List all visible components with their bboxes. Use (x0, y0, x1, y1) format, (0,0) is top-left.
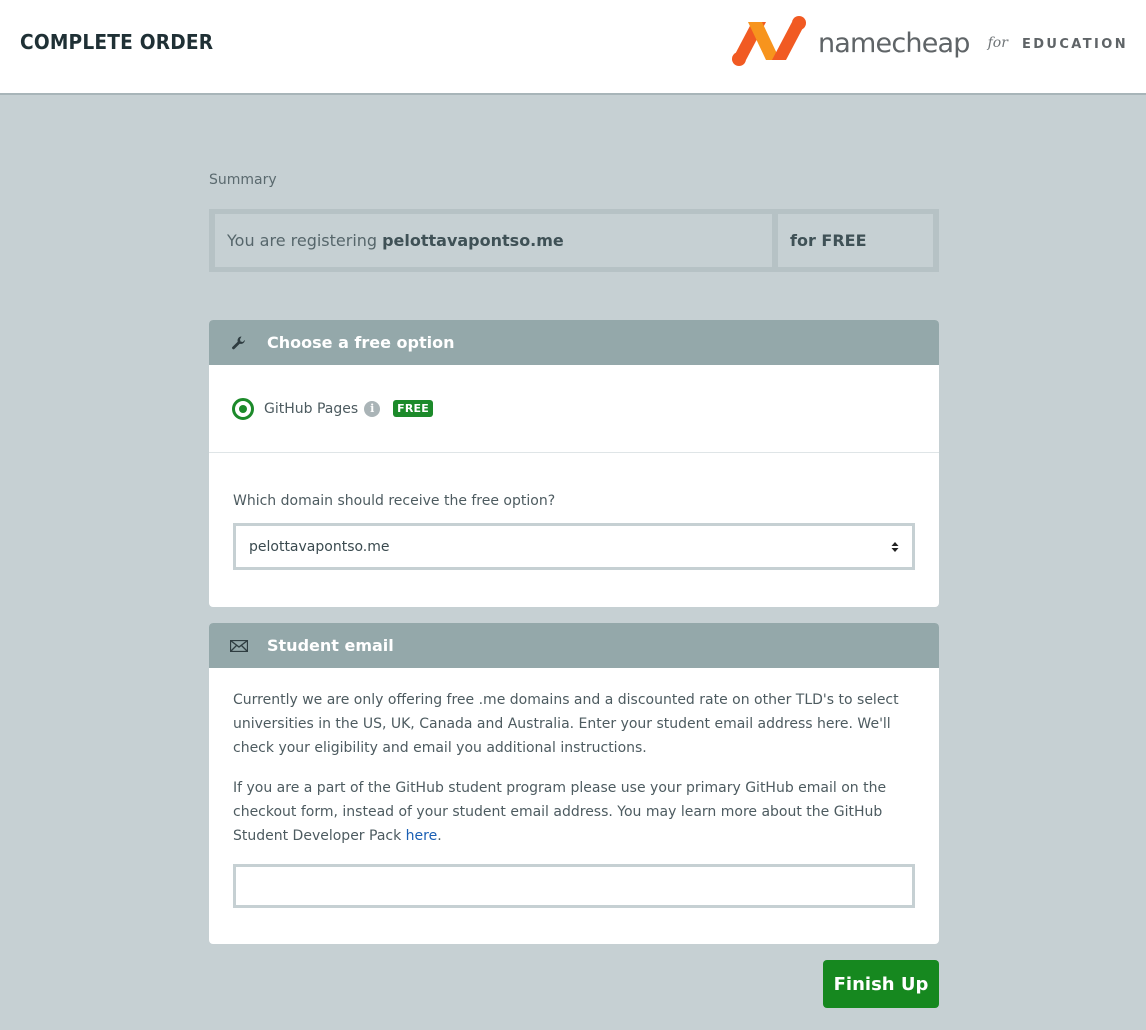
brand[interactable]: namecheap for EDUCATION (728, 16, 1128, 66)
brand-name: namecheap (818, 27, 970, 59)
page-title: COMPLETE ORDER (20, 30, 214, 54)
domain-select[interactable]: pelottavapontso.me (233, 523, 915, 570)
student-email-header: Student email (209, 623, 939, 668)
github-pages-radio[interactable] (232, 397, 254, 420)
student-email-body: Currently we are only offering free .me … (209, 668, 939, 848)
github-student-info: If you are a part of the GitHub student … (233, 776, 915, 848)
envelope-icon (229, 636, 249, 656)
brand-for: for (987, 35, 1008, 51)
free-option-header: Choose a free option (209, 320, 939, 365)
brand-suffix: EDUCATION (1021, 36, 1128, 52)
free-badge: FREE (393, 400, 433, 417)
student-email-input[interactable] (233, 864, 915, 908)
github-pages-option[interactable]: GitHub Pages i FREE (209, 365, 939, 453)
summary-registering: You are registering pelottavapontso.me (215, 214, 772, 267)
finish-up-button[interactable]: Finish Up (823, 960, 939, 1008)
github-pages-label[interactable]: GitHub Pages (264, 401, 358, 417)
link-suffix: . (437, 828, 442, 844)
summary-label: Summary (209, 172, 277, 188)
summary-domain: pelottavapontso.me (382, 231, 564, 250)
registering-prefix: You are registering (227, 231, 378, 250)
namecheap-n-logo-icon (732, 16, 806, 66)
selected-domain: pelottavapontso.me (249, 538, 390, 555)
info-icon[interactable]: i (364, 400, 381, 417)
student-email-info: Currently we are only offering free .me … (233, 692, 899, 756)
select-arrows-icon (891, 542, 899, 552)
wrench-icon (229, 333, 249, 353)
summary-box: You are registering pelottavapontso.me f… (209, 209, 939, 272)
radio-selected-dot (239, 404, 247, 413)
student-email-heading: Student email (267, 636, 394, 655)
free-option-panel: Choose a free option GitHub Pages i FREE… (209, 320, 939, 607)
developer-pack-link[interactable]: here (406, 828, 438, 844)
github-student-text: If you are a part of the GitHub student … (233, 780, 887, 844)
domain-question: Which domain should receive the free opt… (233, 493, 556, 509)
free-option-heading: Choose a free option (267, 333, 455, 352)
summary-price: for FREE (778, 214, 933, 267)
top-bar: COMPLETE ORDER namecheap for EDUCATION (0, 0, 1146, 95)
student-email-panel: Student email Currently we are only offe… (209, 623, 939, 944)
